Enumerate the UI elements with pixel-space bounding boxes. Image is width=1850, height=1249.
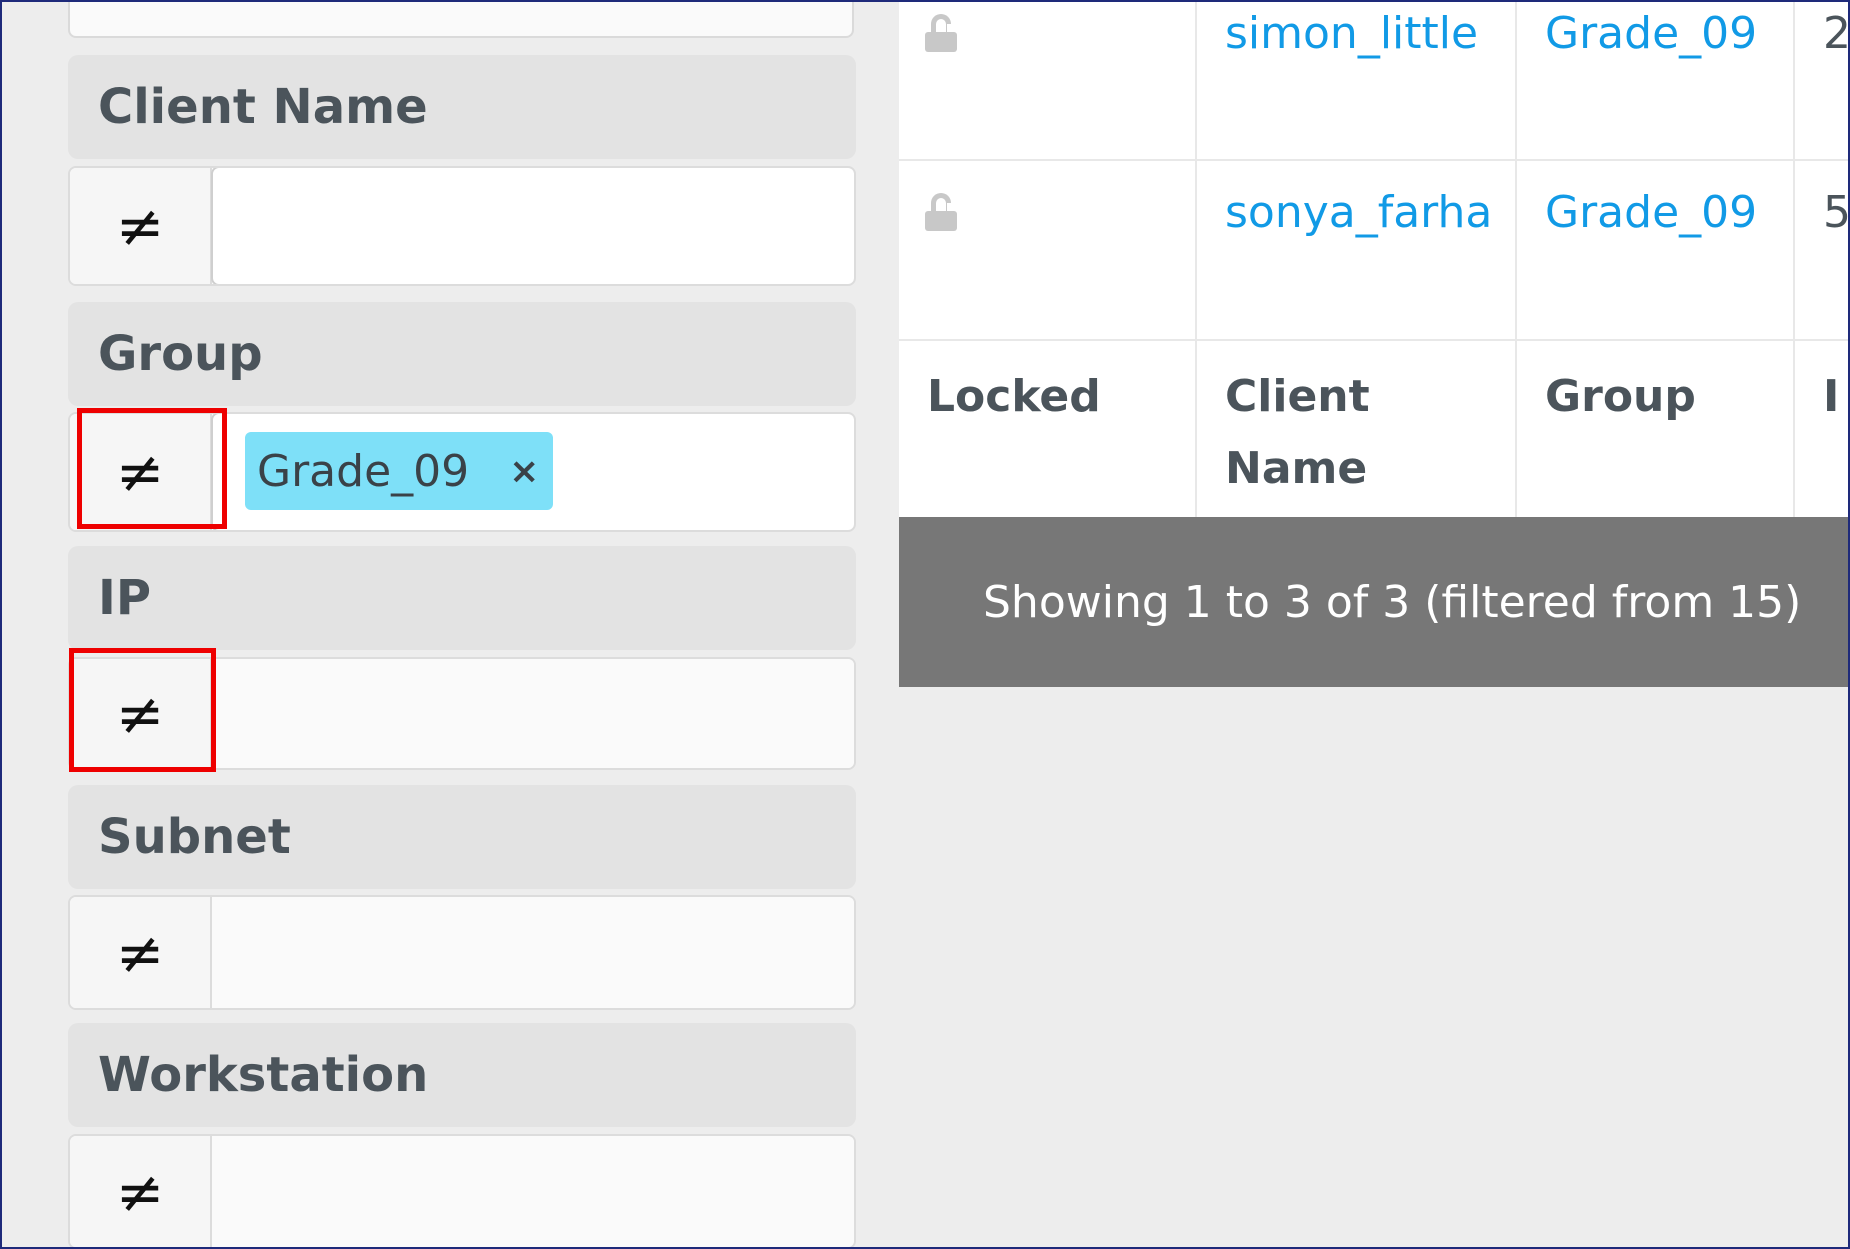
column-header-ip[interactable]: I	[1795, 341, 1850, 517]
not-equal-toggle[interactable]: ≠	[70, 897, 212, 1008]
group-tag: Grade_09 ×	[245, 432, 554, 510]
filter-header-label: Subnet	[98, 809, 291, 865]
ip-value: 2	[1823, 8, 1850, 59]
column-header-label: Locked	[927, 371, 1101, 422]
not-equal-toggle[interactable]: ≠	[70, 414, 212, 530]
column-header-client-name[interactable]: Client Name	[1197, 341, 1517, 517]
client-name-link[interactable]: sonya_farha	[1225, 187, 1492, 238]
filter-header-ip: IP	[68, 546, 856, 650]
table-info-footer: Showing 1 to 3 of 3 (filtered from 15)	[899, 517, 1850, 687]
group-cell: Grade_09	[1517, 0, 1795, 159]
previous-filter-input[interactable]	[68, 0, 854, 38]
filter-row-group: ≠ Grade_09 ×	[68, 412, 856, 532]
unlocked-padlock-icon	[925, 193, 959, 231]
filter-header-label: IP	[98, 570, 152, 626]
table-row: simon_little Grade_09 2	[899, 0, 1850, 161]
group-link[interactable]: Grade_09	[1545, 8, 1757, 59]
filter-header-label: Group	[98, 326, 263, 382]
filter-row-client-name: ≠	[68, 166, 856, 286]
locked-cell	[899, 0, 1197, 159]
workstation-filter-input[interactable]	[212, 1136, 854, 1247]
filter-header-workstation: Workstation	[68, 1023, 856, 1127]
client-name-cell: simon_little	[1197, 0, 1517, 159]
column-header-group[interactable]: Group	[1517, 341, 1795, 517]
filter-header-client-name: Client Name	[68, 55, 856, 159]
column-header-label: I	[1823, 371, 1840, 422]
filter-header-label: Workstation	[98, 1047, 429, 1103]
results-table: simon_little Grade_09 2 sonya_farha Grad…	[899, 0, 1850, 687]
unlocked-padlock-icon	[925, 14, 959, 52]
column-header-label: Client	[1225, 371, 1370, 422]
tag-remove-icon[interactable]: ×	[509, 451, 539, 492]
subnet-filter-input[interactable]	[212, 897, 854, 1008]
filter-row-subnet: ≠	[68, 895, 856, 1010]
client-name-filter-input[interactable]	[211, 168, 854, 284]
column-header-label: Name	[1225, 443, 1368, 494]
not-equal-toggle[interactable]: ≠	[70, 168, 212, 284]
ip-filter-input[interactable]	[212, 659, 854, 768]
table-footer-header-row: Locked Client Name Group I	[899, 341, 1850, 517]
client-name-cell: sonya_farha	[1197, 161, 1517, 339]
filter-header-group: Group	[68, 302, 856, 406]
locked-cell	[899, 161, 1197, 339]
not-equal-toggle[interactable]: ≠	[70, 659, 212, 768]
ip-cell: 5	[1795, 161, 1850, 339]
ip-value: 5	[1823, 187, 1850, 238]
filter-header-label: Client Name	[98, 79, 428, 135]
not-equal-toggle[interactable]: ≠	[70, 1136, 212, 1247]
group-link[interactable]: Grade_09	[1545, 187, 1757, 238]
group-filter-input[interactable]: Grade_09 ×	[211, 414, 854, 530]
filter-panel: Client Name ≠ Group ≠ Grade_09 × IP ≠ Su…	[0, 0, 900, 1249]
table-row: sonya_farha Grade_09 5	[899, 161, 1850, 341]
tag-label: Grade_09	[257, 445, 470, 497]
ip-cell: 2	[1795, 0, 1850, 159]
filter-header-subnet: Subnet	[68, 785, 856, 889]
client-name-link[interactable]: simon_little	[1225, 8, 1478, 59]
filter-row-workstation: ≠	[68, 1134, 856, 1249]
filter-row-ip: ≠	[68, 657, 856, 770]
table-info-text: Showing 1 to 3 of 3 (filtered from 15)	[983, 576, 1802, 628]
column-header-label: Group	[1545, 371, 1696, 422]
group-cell: Grade_09	[1517, 161, 1795, 339]
column-header-locked[interactable]: Locked	[899, 341, 1197, 517]
